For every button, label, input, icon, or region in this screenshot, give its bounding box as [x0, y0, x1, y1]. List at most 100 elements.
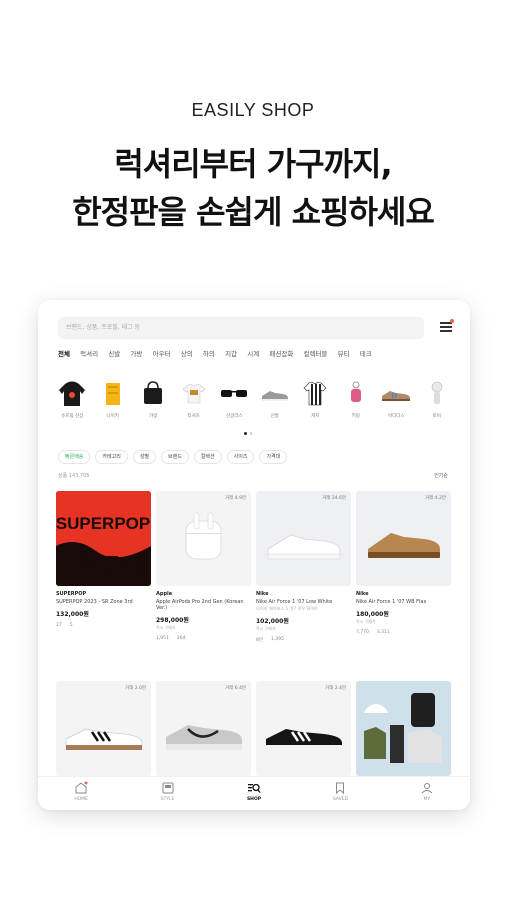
trade-count: 거래 24.6만 — [322, 496, 346, 501]
black-bag-icon — [144, 381, 163, 404]
home-icon — [75, 781, 88, 794]
trade-count: 거래 6.4만 — [224, 686, 246, 691]
product-meta: 8만 1,395 — [256, 637, 351, 643]
product-card[interactable]: 거래 6.4만 — [156, 681, 251, 776]
shortcut-row: 슈프림 신상 나이키 가방 티셔츠 선글라스 신발 저지 키링 아디다스 토이 — [52, 376, 457, 419]
tab-shop[interactable]: SHOP — [211, 777, 297, 810]
tab-outer[interactable]: 아우터 — [153, 348, 171, 358]
tab-watches[interactable]: 시계 — [247, 348, 259, 358]
filter-collection[interactable]: 컬렉션 — [193, 450, 222, 464]
product-price: 102,000원 — [256, 618, 289, 625]
shortcut-label: 선글라스 — [225, 414, 243, 419]
tab-tech[interactable]: 테크 — [360, 348, 372, 358]
filter-price[interactable]: 가격대 — [259, 450, 288, 464]
shortcut-label: 신발 — [270, 414, 279, 419]
sort-dropdown[interactable]: 인기순 — [434, 472, 448, 479]
product-image: SUPERPOP — [56, 491, 151, 586]
product-brand: Nike — [356, 591, 369, 597]
product-card[interactable]: 거래 4.9만 Apple Apple AirPods Pro 2nd Gen … — [156, 491, 251, 641]
shortcut-bag[interactable]: 가방 — [133, 376, 174, 419]
filter-size[interactable]: 사이즈 — [226, 450, 255, 464]
headline-line2: 한정판을 손쉽게 쇼핑하세요 — [72, 193, 435, 231]
page-indicator — [244, 432, 252, 435]
shortcut-figure[interactable]: 토이 — [417, 376, 458, 419]
tab-fashion-acc[interactable]: 패션잡화 — [269, 348, 293, 358]
tab-my[interactable]: MY — [384, 777, 470, 810]
product-card[interactable] — [356, 681, 451, 776]
shortcut-adidas[interactable]: 아디다스 — [376, 376, 417, 419]
app-preview-card: 브랜드, 상품, 프로필, 태그 등 전체 럭셔리 신발 가방 아우터 상의 하… — [38, 300, 470, 810]
product-price: 298,000원 — [156, 617, 189, 624]
shortcut-label: 저지 — [311, 414, 320, 419]
keyring-icon — [350, 381, 361, 402]
shortcut-sunglasses[interactable]: 선글라스 — [214, 376, 255, 419]
tab-saved[interactable]: SAVED — [297, 777, 383, 810]
tab-style[interactable]: STYLE — [124, 777, 210, 810]
saves-count: 3,311 — [376, 630, 390, 635]
trade-count: 거래 2.0만 — [124, 686, 146, 691]
user-icon — [421, 783, 433, 794]
tab-label: SHOP — [246, 797, 262, 802]
tab-shoes[interactable]: 신발 — [108, 348, 120, 358]
product-price: 132,000원 — [56, 611, 89, 618]
black-samba-icon — [266, 729, 342, 750]
sneaker-brown-icon — [382, 391, 411, 401]
headline-line1: 럭셔리부터 가구까지, — [114, 145, 392, 183]
tab-tops[interactable]: 상의 — [181, 348, 193, 358]
shortcut-sneaker[interactable]: 신발 — [255, 376, 296, 419]
price-subtitle: 즉시 구매가 — [156, 625, 176, 630]
tab-luxury[interactable]: 럭셔리 — [80, 348, 98, 358]
tab-all[interactable]: 전체 — [58, 348, 70, 358]
trade-count: 거래 4.2만 — [424, 496, 446, 501]
product-image: 거래 6.4만 — [156, 681, 251, 776]
airpods-case-icon — [185, 512, 222, 560]
shortcut-label: 가방 — [149, 414, 158, 419]
filter-brand[interactable]: 브랜드 — [161, 450, 189, 464]
tab-wallets[interactable]: 지갑 — [225, 348, 237, 358]
bookmark-icon — [336, 782, 345, 795]
shortcut-label: 토이 — [432, 414, 441, 419]
jersey-icon — [303, 381, 327, 406]
price-subtitle: 즉시 구매가 — [256, 626, 276, 631]
product-brand: Nike — [256, 591, 269, 597]
product-image: 거래 2.4만 — [256, 681, 351, 776]
tab-bags[interactable]: 가방 — [130, 348, 142, 358]
product-brand: SUPERPOP — [56, 591, 87, 597]
shortcut-hoodie[interactable]: 슈프림 신상 — [52, 376, 93, 419]
filter-category[interactable]: 카테고리 — [95, 450, 128, 464]
product-card[interactable]: 거래 2.0만 — [56, 681, 151, 776]
product-meta: 1,951 264 — [156, 636, 251, 641]
bottom-tab-bar: HOME STYLE SHOP SAVED MY — [38, 776, 470, 810]
eyebrow-title: EASILY SHOP — [191, 100, 315, 120]
shop-search-icon — [248, 783, 261, 793]
white-sneaker-icon — [267, 534, 341, 560]
product-card[interactable]: 거래 24.6만 Nike Nike Air Force 1 '07 Low W… — [256, 491, 351, 643]
tab-home[interactable]: HOME — [38, 777, 124, 810]
filter-fast-delivery[interactable]: 빠른배송 — [58, 450, 91, 464]
product-brand: Apple — [156, 591, 173, 597]
tab-label: STYLE — [160, 797, 175, 802]
headline: 럭셔리부터 가구까지, 한정판을 손쉽게 쇼핑하세요 — [0, 140, 506, 236]
product-image: 거래 4.9만 — [156, 491, 251, 586]
shortcut-tshirt[interactable]: 티셔츠 — [174, 376, 215, 419]
product-card[interactable]: 거래 2.4만 — [256, 681, 351, 776]
product-image: 거래 4.2만 — [356, 491, 451, 586]
tab-collectibles[interactable]: 컬렉터블 — [303, 348, 327, 358]
shortcut-keyring[interactable]: 키링 — [336, 376, 377, 419]
tab-bottoms[interactable]: 하의 — [203, 348, 215, 358]
style-icon — [162, 782, 174, 794]
filter-bar: 빠른배송 카테고리 성별 브랜드 컬렉션 사이즈 가격대 — [58, 450, 288, 464]
shortcut-box[interactable]: 나이키 — [93, 376, 134, 419]
tab-beauty[interactable]: 뷰티 — [338, 348, 350, 358]
search-input[interactable]: 브랜드, 상품, 프로필, 태그 등 — [58, 317, 424, 339]
filter-gender[interactable]: 성별 — [132, 450, 157, 464]
hamburger-menu-icon[interactable] — [440, 322, 452, 332]
yellow-box-icon — [105, 383, 120, 405]
product-card[interactable]: SUPERPOP SUPERPOP SUPERPOP 2023 - SR Zon… — [56, 491, 151, 628]
product-meta: 27 5 — [56, 623, 151, 628]
figure-icon — [431, 381, 443, 404]
shortcut-jersey[interactable]: 저지 — [295, 376, 336, 419]
product-image: 거래 2.0만 — [56, 681, 151, 776]
product-card[interactable]: 거래 4.2만 Nike Nike Air Force 1 '07 WB Fla… — [356, 491, 451, 635]
shortcut-label: 슈프림 신상 — [61, 414, 84, 419]
